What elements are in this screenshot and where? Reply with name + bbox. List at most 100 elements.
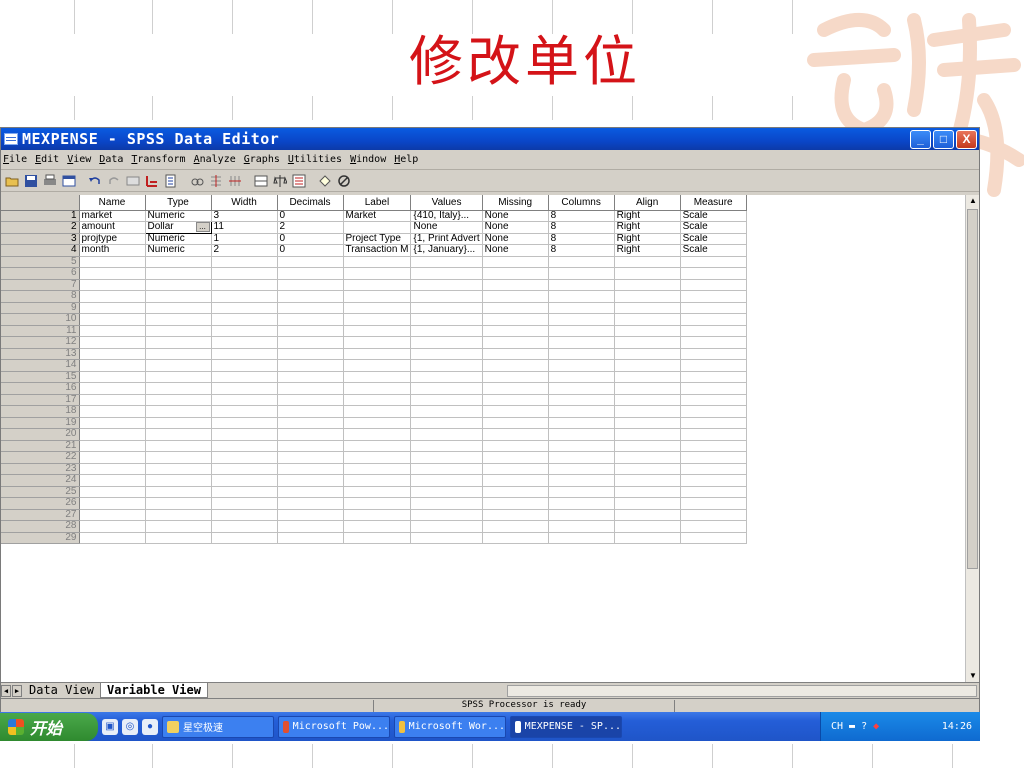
grid-cell[interactable]: [211, 428, 278, 441]
row-number[interactable]: 23: [1, 463, 80, 475]
maximize-button[interactable]: □: [933, 129, 954, 149]
grid-cell[interactable]: [614, 497, 681, 510]
grid-cell[interactable]: [79, 302, 146, 314]
grid-cell[interactable]: [145, 290, 212, 303]
grid-cell[interactable]: [482, 313, 549, 326]
grid-cell[interactable]: Right: [614, 244, 681, 257]
grid-cell[interactable]: [482, 394, 549, 406]
grid-cell[interactable]: [343, 486, 412, 498]
row-number[interactable]: 18: [1, 405, 80, 418]
grid-cell[interactable]: 11: [211, 221, 278, 234]
grid-cell[interactable]: [145, 417, 212, 429]
grid-cell[interactable]: [482, 371, 549, 383]
grid-cell[interactable]: 0: [277, 233, 344, 245]
grid-cell[interactable]: [614, 520, 681, 533]
menu-window[interactable]: Window: [350, 154, 386, 165]
grid-cell[interactable]: [79, 417, 146, 429]
grid-cell[interactable]: [680, 520, 747, 533]
grid-cell[interactable]: [79, 279, 146, 291]
row-number[interactable]: 11: [1, 325, 80, 337]
grid-cell[interactable]: Numeric: [145, 233, 212, 245]
grid-cell[interactable]: [548, 313, 615, 326]
find-icon[interactable]: [188, 172, 206, 190]
open-folder-icon[interactable]: [3, 172, 21, 190]
grid-cell[interactable]: market: [79, 210, 146, 222]
grid-cell[interactable]: [211, 463, 278, 475]
grid-cell[interactable]: [343, 474, 412, 487]
grid-cell[interactable]: [277, 509, 344, 521]
grid-cell[interactable]: [410, 520, 483, 533]
grid-cell[interactable]: [680, 417, 747, 429]
grid-cell[interactable]: projtype: [79, 233, 146, 245]
grid-cell[interactable]: [548, 451, 615, 464]
grid-cell[interactable]: Scale: [680, 244, 747, 257]
grid-cell[interactable]: [548, 290, 615, 303]
grid-cell[interactable]: Project Type: [343, 233, 412, 245]
grid-cell[interactable]: [211, 520, 278, 533]
column-header-align[interactable]: Align: [614, 195, 681, 211]
row-number[interactable]: 24: [1, 474, 80, 487]
grid-cell[interactable]: [614, 359, 681, 372]
grid-cell[interactable]: [680, 348, 747, 360]
row-number[interactable]: 19: [1, 417, 80, 429]
redo-icon[interactable]: [105, 172, 123, 190]
horizontal-scrollbar[interactable]: [507, 684, 977, 697]
row-number[interactable]: 28: [1, 520, 80, 533]
grid-cell[interactable]: [145, 359, 212, 372]
grid-cell[interactable]: [614, 474, 681, 487]
save-icon[interactable]: [22, 172, 40, 190]
grid-cell[interactable]: [680, 256, 747, 268]
grid-cell[interactable]: [343, 359, 412, 372]
antivirus-icon[interactable]: ◆: [873, 721, 879, 732]
grid-cell[interactable]: [145, 371, 212, 383]
grid-cell[interactable]: [79, 440, 146, 452]
grid-cell[interactable]: [614, 325, 681, 337]
menu-transform[interactable]: Transform: [131, 154, 185, 165]
row-number[interactable]: 25: [1, 486, 80, 498]
window-titlebar[interactable]: MEXPENSE - SPSS Data Editor _ □ X: [1, 128, 979, 150]
row-number[interactable]: 3: [1, 233, 80, 245]
grid-cell[interactable]: [277, 279, 344, 291]
grid-cell[interactable]: [343, 428, 412, 441]
grid-cell[interactable]: [482, 509, 549, 521]
start-button[interactable]: 开始: [0, 712, 98, 741]
grid-cell[interactable]: [343, 394, 412, 406]
task-powerpoint[interactable]: Microsoft Pow...: [278, 715, 390, 738]
grid-cell[interactable]: [614, 394, 681, 406]
grid-cell[interactable]: [482, 474, 549, 487]
grid-cell[interactable]: [548, 325, 615, 337]
grid-cell[interactable]: [482, 405, 549, 418]
grid-cell[interactable]: [548, 279, 615, 291]
column-header-decimals[interactable]: Decimals: [277, 195, 344, 211]
grid-cell[interactable]: [277, 497, 344, 510]
menu-edit[interactable]: Edit: [35, 154, 59, 165]
scroll-thumb[interactable]: [967, 209, 978, 569]
grid-cell[interactable]: [343, 417, 412, 429]
grid-cell[interactable]: [145, 336, 212, 349]
grid-cell[interactable]: [410, 348, 483, 360]
grid-cell[interactable]: [410, 256, 483, 268]
grid-cell[interactable]: [614, 532, 681, 544]
grid-cell[interactable]: [410, 279, 483, 291]
grid-cell[interactable]: [277, 302, 344, 314]
grid-cell[interactable]: [145, 302, 212, 314]
insert-variable-icon[interactable]: [226, 172, 244, 190]
grid-cell[interactable]: [548, 394, 615, 406]
tab-data-view[interactable]: Data View: [23, 683, 100, 698]
grid-cell[interactable]: [482, 336, 549, 349]
grid-cell[interactable]: [482, 440, 549, 452]
value-labels-icon[interactable]: [316, 172, 334, 190]
grid-cell[interactable]: [482, 497, 549, 510]
grid-cell[interactable]: Right: [614, 210, 681, 222]
menu-data[interactable]: Data: [99, 154, 123, 165]
column-header-label[interactable]: Label: [343, 195, 412, 211]
grid-cell[interactable]: [548, 348, 615, 360]
grid-cell[interactable]: [343, 405, 412, 418]
grid-cell[interactable]: [145, 325, 212, 337]
grid-cell[interactable]: [614, 371, 681, 383]
grid-cell[interactable]: [680, 382, 747, 395]
grid-cell[interactable]: [343, 313, 412, 326]
row-number[interactable]: 16: [1, 382, 80, 395]
grid-cell[interactable]: [482, 382, 549, 395]
grid-cell[interactable]: [410, 302, 483, 314]
